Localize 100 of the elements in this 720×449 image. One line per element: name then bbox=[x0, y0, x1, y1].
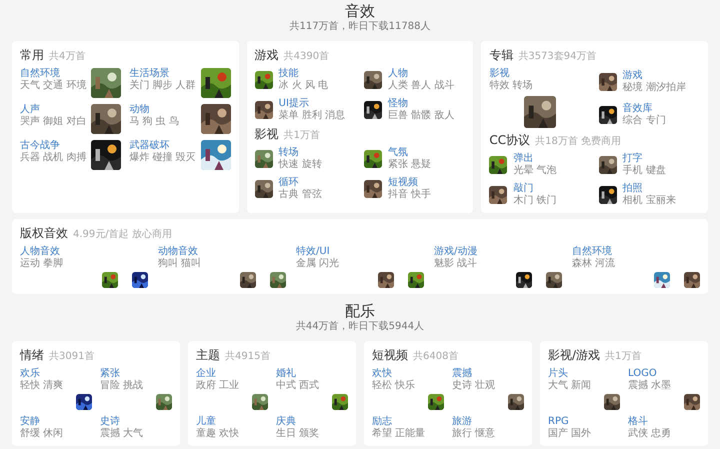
category-link[interactable]: UI提示 bbox=[278, 98, 309, 110]
group-title: CC协议 bbox=[489, 132, 530, 149]
category-tags: 狗叫 猫叫 bbox=[158, 258, 202, 270]
group-count: 共1万首 bbox=[605, 350, 642, 363]
category-link[interactable]: 游戏 bbox=[622, 70, 643, 82]
category-tags: 综合 专门 bbox=[622, 114, 666, 126]
category-tags: 政府 工业 bbox=[196, 380, 240, 392]
category-tags: 金属 闪光 bbox=[296, 258, 340, 270]
category-link[interactable]: 古今战争 bbox=[20, 140, 60, 152]
category-link[interactable]: 庆典 bbox=[276, 416, 296, 428]
category-tags: 震撼 水墨 bbox=[628, 380, 672, 392]
group-title: 专辑 bbox=[489, 47, 514, 64]
group-title: 影视/游戏 bbox=[548, 347, 600, 364]
group-count: 共3091首 bbox=[49, 350, 94, 363]
category-tags: 童趣 欢快 bbox=[196, 428, 240, 440]
group-count: 共4万首 bbox=[49, 50, 86, 63]
category-tags: 抖音 快手 bbox=[388, 189, 432, 201]
category-tags: 魅影 战斗 bbox=[434, 258, 478, 270]
category-tags: 史诗 壮观 bbox=[452, 380, 496, 392]
category-link[interactable]: 敲门 bbox=[513, 183, 534, 195]
category-link[interactable]: 紧张 bbox=[100, 368, 120, 380]
group-count: 共4915首 bbox=[225, 350, 270, 363]
category-link[interactable]: 弹出 bbox=[513, 153, 534, 165]
category-tags: 秘境 潮汐拍岸 bbox=[622, 82, 686, 94]
category-tags: 震撼 大气 bbox=[100, 428, 144, 440]
category-link[interactable]: 格斗 bbox=[628, 416, 648, 428]
category-tags: 中式 西式 bbox=[276, 380, 320, 392]
category-tags: 森林 河流 bbox=[572, 258, 616, 270]
category-link[interactable]: 欢快 bbox=[372, 368, 392, 380]
category-tags: 生日 颁奖 bbox=[276, 428, 320, 440]
category-tags: 马 狗 虫 鸟 bbox=[129, 116, 179, 128]
category-link[interactable]: 打字 bbox=[622, 153, 643, 165]
category-tags: 希望 正能量 bbox=[372, 428, 426, 440]
category-link[interactable]: 怪物 bbox=[388, 98, 408, 110]
category-link[interactable]: 自然环境 bbox=[572, 246, 612, 258]
category-tags: 轻松 快乐 bbox=[372, 380, 416, 392]
category-link[interactable]: 企业 bbox=[196, 368, 216, 380]
category-tags: 旅行 惬意 bbox=[452, 428, 496, 440]
group-title: 影视 bbox=[254, 126, 279, 143]
category-link[interactable]: 安静 bbox=[20, 416, 40, 428]
category-tags: 舒缓 休闲 bbox=[20, 428, 64, 440]
category-link[interactable]: 人物音效 bbox=[20, 246, 60, 258]
category-link[interactable]: 循环 bbox=[278, 177, 299, 189]
category-tags: 手机 键盘 bbox=[622, 165, 666, 177]
category-tags: 冰 火 风 电 bbox=[278, 80, 328, 92]
category-link[interactable]: 转场 bbox=[278, 147, 299, 159]
category-tags: 大气 新闻 bbox=[548, 380, 592, 392]
category-tags: 菜单 胜利 消息 bbox=[278, 110, 346, 122]
category-tags: 巨兽 骷髅 敌人 bbox=[388, 110, 454, 122]
category-link[interactable]: 片头 bbox=[548, 368, 568, 380]
category-tags: 木门 铁门 bbox=[513, 195, 557, 207]
category-link[interactable]: 武器破坏 bbox=[129, 140, 170, 152]
section-subtitle: 共117万首，昨日下载11788人 bbox=[288, 20, 432, 33]
category-tags: 武侠 忠勇 bbox=[628, 428, 672, 440]
category-tags: 天气 交通 环境 bbox=[20, 80, 86, 92]
category-link[interactable]: 气氛 bbox=[388, 147, 408, 159]
category-link[interactable]: 动物音效 bbox=[158, 246, 198, 258]
group-count: 共1万首 bbox=[284, 128, 320, 142]
category-tags: 人类 兽人 战斗 bbox=[388, 80, 454, 92]
category-link[interactable]: 生活场景 bbox=[129, 68, 170, 80]
category-link[interactable]: 影视 bbox=[489, 68, 510, 80]
category-link[interactable]: 动物 bbox=[129, 104, 150, 116]
category-link[interactable]: 技能 bbox=[278, 68, 299, 80]
group-count: 共4390首 bbox=[284, 50, 330, 63]
category-link[interactable]: 人声 bbox=[20, 104, 40, 116]
section-title: 音效 bbox=[344, 2, 376, 20]
category-link[interactable]: 欢乐 bbox=[20, 368, 40, 380]
category-tags: 古典 管弦 bbox=[278, 189, 322, 201]
category-link[interactable]: 特效/UI bbox=[296, 246, 330, 258]
group-count: 共3573套94万首 bbox=[518, 50, 597, 63]
category-link[interactable]: 震撼 bbox=[452, 368, 472, 380]
category-tags: 爆炸 碰撞 毁灭 bbox=[129, 152, 196, 164]
category-link[interactable]: 拍照 bbox=[622, 183, 643, 195]
section-subtitle: 共44万首，昨日下载5944人 bbox=[294, 320, 426, 333]
group-count: 共18万首 免费商用 bbox=[535, 134, 621, 148]
category-tags: 光晕 气泡 bbox=[513, 165, 557, 177]
group-title: 情绪 bbox=[20, 347, 44, 364]
section-title: 配乐 bbox=[344, 302, 376, 320]
category-link[interactable]: 史诗 bbox=[100, 416, 120, 428]
category-link[interactable]: 励志 bbox=[372, 416, 392, 428]
category-tags: 关门 脚步 人群 bbox=[129, 80, 196, 92]
category-link[interactable]: 人物 bbox=[388, 68, 408, 80]
category-link[interactable]: 短视频 bbox=[388, 177, 418, 189]
category-tags: 运动 拳脚 bbox=[20, 258, 64, 270]
category-link[interactable]: 儿童 bbox=[196, 416, 216, 428]
category-link[interactable]: 自然环境 bbox=[20, 68, 60, 80]
category-link[interactable]: 婚礼 bbox=[276, 368, 296, 380]
category-link[interactable]: 旅游 bbox=[452, 416, 472, 428]
category-link[interactable]: 音效库 bbox=[622, 102, 653, 114]
category-tags: 特效 转场 bbox=[489, 80, 533, 92]
category-link[interactable]: 游戏/动漫 bbox=[434, 246, 478, 258]
category-link[interactable]: RPG bbox=[548, 416, 569, 428]
category-tags: 兵器 战机 肉搏 bbox=[20, 152, 86, 164]
category-tags: 轻快 清爽 bbox=[20, 380, 64, 392]
group-title: 版权音效 bbox=[20, 225, 68, 242]
group-count: 共6408首 bbox=[413, 350, 458, 363]
group-title: 常用 bbox=[20, 47, 44, 64]
category-tags: 相机 宝丽来 bbox=[622, 195, 676, 207]
category-link[interactable]: LOGO bbox=[628, 368, 657, 380]
category-tags: 冒险 挑战 bbox=[100, 380, 144, 392]
